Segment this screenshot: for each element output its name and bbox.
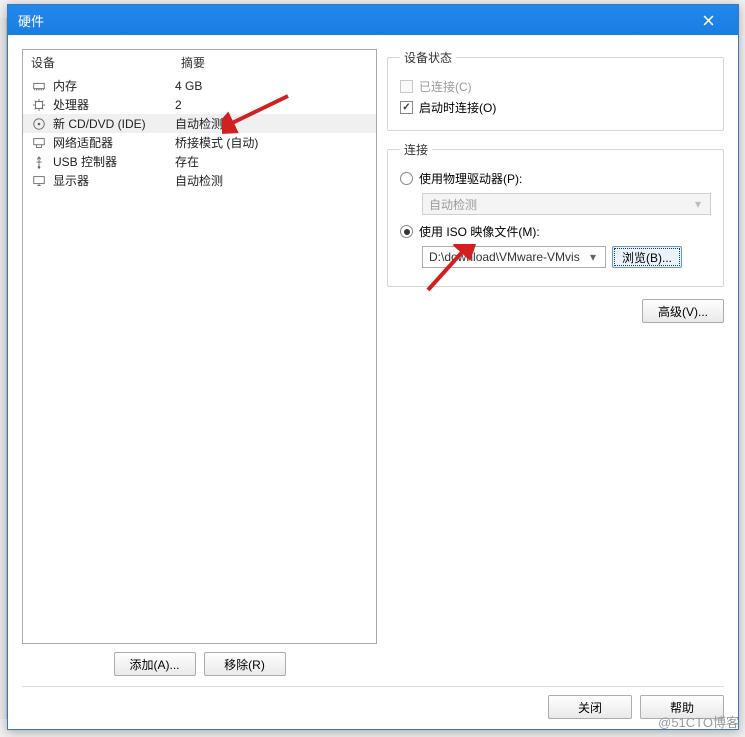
device-row[interactable]: 新 CD/DVD (IDE) 自动检测 bbox=[23, 114, 376, 133]
iso-path-combo[interactable]: D:\download\VMware-VMvis ▾ bbox=[422, 246, 606, 268]
device-status-legend: 设备状态 bbox=[400, 49, 456, 66]
device-name: 处理器 bbox=[53, 96, 89, 113]
device-summary: 2 bbox=[175, 98, 368, 112]
use-iso-label: 使用 ISO 映像文件(M): bbox=[419, 223, 540, 240]
device-list-header: 设备 摘要 bbox=[23, 50, 376, 76]
device-list-buttons: 添加(A)... 移除(R) bbox=[22, 644, 377, 676]
advanced-button[interactable]: 高级(V)... bbox=[642, 299, 724, 323]
device-name: 显示器 bbox=[53, 172, 89, 189]
device-rows: 内存4 GB处理器2新 CD/DVD (IDE)自动检测网络适配器桥接模式 (自… bbox=[23, 76, 376, 643]
device-summary: 自动检测 bbox=[175, 172, 368, 189]
browse-button[interactable]: 浏览(B)... bbox=[612, 246, 682, 268]
use-physical-radio[interactable] bbox=[400, 172, 413, 185]
device-cell: 处理器 bbox=[31, 96, 175, 113]
titlebar: 硬件 bbox=[8, 5, 738, 35]
device-summary: 自动检测 bbox=[175, 115, 368, 132]
device-name: 内存 bbox=[53, 77, 77, 94]
chevron-down-icon: ▾ bbox=[690, 196, 706, 212]
add-button-label: 添加(A)... bbox=[130, 656, 180, 673]
device-list: 设备 摘要 内存4 GB处理器2新 CD/DVD (IDE)自动检测网络适配器桥… bbox=[22, 49, 377, 644]
use-iso-row[interactable]: 使用 ISO 映像文件(M): bbox=[400, 221, 711, 242]
device-column-header: 设备 bbox=[31, 54, 181, 71]
device-row[interactable]: 网络适配器 桥接模式 (自动) bbox=[23, 133, 376, 152]
advanced-button-label: 高级(V)... bbox=[658, 303, 708, 320]
iso-sub: D:\download\VMware-VMvis ▾ 浏览(B)... bbox=[422, 242, 711, 274]
connected-checkbox bbox=[400, 80, 413, 93]
dialog-footer: 关闭 帮助 bbox=[22, 686, 724, 719]
device-status-group: 设备状态 已连接(C) 启动时连接(O) bbox=[387, 49, 724, 131]
right-panel: 设备状态 已连接(C) 启动时连接(O) 连接 使用物理驱动器(P): bbox=[387, 49, 724, 676]
connect-at-power-on-checkbox[interactable] bbox=[400, 101, 413, 114]
device-cell: 网络适配器 bbox=[31, 134, 175, 151]
device-row[interactable]: 显示器 自动检测 bbox=[23, 171, 376, 190]
chevron-down-icon[interactable]: ▾ bbox=[585, 249, 601, 265]
background-strip bbox=[0, 18, 7, 719]
device-summary: 4 GB bbox=[175, 79, 368, 93]
advanced-row: 高级(V)... bbox=[387, 297, 724, 323]
summary-column-header: 摘要 bbox=[181, 54, 368, 71]
device-row[interactable]: 内存 4 GB bbox=[23, 76, 376, 95]
use-physical-row[interactable]: 使用物理驱动器(P): bbox=[400, 168, 711, 189]
connect-at-power-on-label: 启动时连接(O) bbox=[419, 99, 496, 116]
help-button[interactable]: 帮助 bbox=[640, 695, 724, 719]
device-row[interactable]: 处理器 2 bbox=[23, 95, 376, 114]
connected-label: 已连接(C) bbox=[419, 78, 472, 95]
device-cell: 新 CD/DVD (IDE) bbox=[31, 115, 175, 132]
device-name: 新 CD/DVD (IDE) bbox=[53, 115, 146, 132]
remove-button[interactable]: 移除(R) bbox=[204, 652, 286, 676]
physical-drive-value: 自动检测 bbox=[429, 196, 477, 213]
close-dialog-button[interactable]: 关闭 bbox=[548, 695, 632, 719]
connection-legend: 连接 bbox=[400, 141, 432, 158]
usb-icon bbox=[31, 154, 47, 170]
device-summary: 存在 bbox=[175, 153, 368, 170]
add-button[interactable]: 添加(A)... bbox=[114, 652, 196, 676]
iso-path-value: D:\download\VMware-VMvis bbox=[429, 250, 580, 264]
remove-button-label: 移除(R) bbox=[224, 656, 265, 673]
browse-button-label: 浏览(B)... bbox=[622, 249, 672, 266]
close-icon bbox=[703, 15, 714, 26]
device-cell: USB 控制器 bbox=[31, 153, 175, 170]
device-name: 网络适配器 bbox=[53, 134, 113, 151]
device-summary: 桥接模式 (自动) bbox=[175, 134, 368, 151]
close-dialog-label: 关闭 bbox=[578, 699, 602, 716]
device-row[interactable]: USB 控制器 存在 bbox=[23, 152, 376, 171]
dialog-body: 设备 摘要 内存4 GB处理器2新 CD/DVD (IDE)自动检测网络适配器桥… bbox=[8, 35, 738, 729]
help-button-label: 帮助 bbox=[670, 699, 694, 716]
connect-at-power-on-row[interactable]: 启动时连接(O) bbox=[400, 97, 711, 118]
physical-drive-sub: 自动检测 ▾ bbox=[422, 189, 711, 221]
connected-row: 已连接(C) bbox=[400, 76, 711, 97]
network-icon bbox=[31, 135, 47, 151]
cpu-icon bbox=[31, 97, 47, 113]
use-iso-radio[interactable] bbox=[400, 225, 413, 238]
window-title: 硬件 bbox=[18, 11, 688, 30]
display-icon bbox=[31, 173, 47, 189]
device-cell: 内存 bbox=[31, 77, 175, 94]
physical-drive-combo: 自动检测 ▾ bbox=[422, 193, 711, 215]
left-panel: 设备 摘要 内存4 GB处理器2新 CD/DVD (IDE)自动检测网络适配器桥… bbox=[22, 49, 377, 676]
hardware-settings-window: 硬件 设备 摘要 内存4 GB处理器2新 CD/DVD (IDE)自动检测网络适… bbox=[7, 4, 739, 730]
content-row: 设备 摘要 内存4 GB处理器2新 CD/DVD (IDE)自动检测网络适配器桥… bbox=[22, 49, 724, 676]
disc-icon bbox=[31, 116, 47, 132]
memory-icon bbox=[31, 78, 47, 94]
close-button[interactable] bbox=[688, 5, 728, 35]
use-physical-label: 使用物理驱动器(P): bbox=[419, 170, 522, 187]
connection-group: 连接 使用物理驱动器(P): 自动检测 ▾ 使用 ISO 映像文件(M): bbox=[387, 141, 724, 287]
device-cell: 显示器 bbox=[31, 172, 175, 189]
device-name: USB 控制器 bbox=[53, 153, 117, 170]
